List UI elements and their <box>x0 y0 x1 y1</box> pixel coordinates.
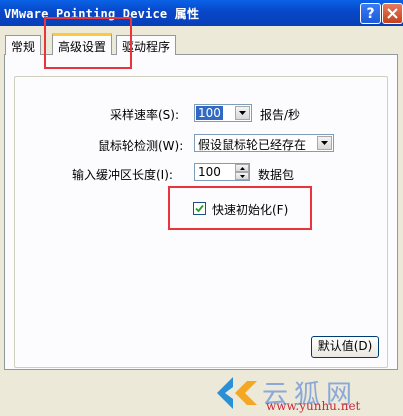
spin-up-button[interactable] <box>235 164 249 172</box>
sample-rate-label: 采样速率(S): <box>110 108 180 122</box>
defaults-button[interactable]: 默认值(D) <box>311 336 379 358</box>
yunhu-logo-icon <box>217 377 257 409</box>
highlight-fast-init <box>168 186 312 230</box>
tab-label: 常规 <box>11 40 36 54</box>
watermark-url: www.yunhu.net <box>266 399 361 413</box>
tab-general[interactable]: 常规 <box>5 35 42 55</box>
properties-dialog: VMware Pointing Device 属性 ? 常规 高级设置 驱动程序… <box>0 0 403 416</box>
buffer-length-unit: 数据包 <box>258 168 295 182</box>
buffer-length-stepper[interactable]: 100 <box>194 163 250 181</box>
spin-down-button[interactable] <box>235 172 249 180</box>
buffer-length-label: 输入缓冲区长度(I): <box>72 168 173 182</box>
wheel-detection-label: 鼠标轮检测(W): <box>98 139 184 153</box>
chevron-down-icon[interactable] <box>317 136 332 150</box>
help-button[interactable]: ? <box>360 3 381 24</box>
buffer-length-value: 100 <box>198 165 221 179</box>
wheel-detection-value: 假设鼠标轮已经存在 <box>198 138 307 152</box>
highlight-advanced-tab <box>44 17 132 69</box>
close-icon <box>387 8 398 19</box>
wheel-detection-select[interactable]: 假设鼠标轮已经存在 <box>194 134 334 152</box>
close-button[interactable] <box>382 3 403 24</box>
sample-rate-unit: 报告/秒 <box>260 108 301 122</box>
sample-rate-select[interactable]: 100 <box>194 104 252 122</box>
chevron-down-icon[interactable] <box>235 106 250 120</box>
help-icon: ? <box>366 5 375 22</box>
chevron-down-icon <box>239 174 245 178</box>
sample-rate-value: 100 <box>196 106 223 120</box>
chevron-up-icon <box>239 166 245 170</box>
